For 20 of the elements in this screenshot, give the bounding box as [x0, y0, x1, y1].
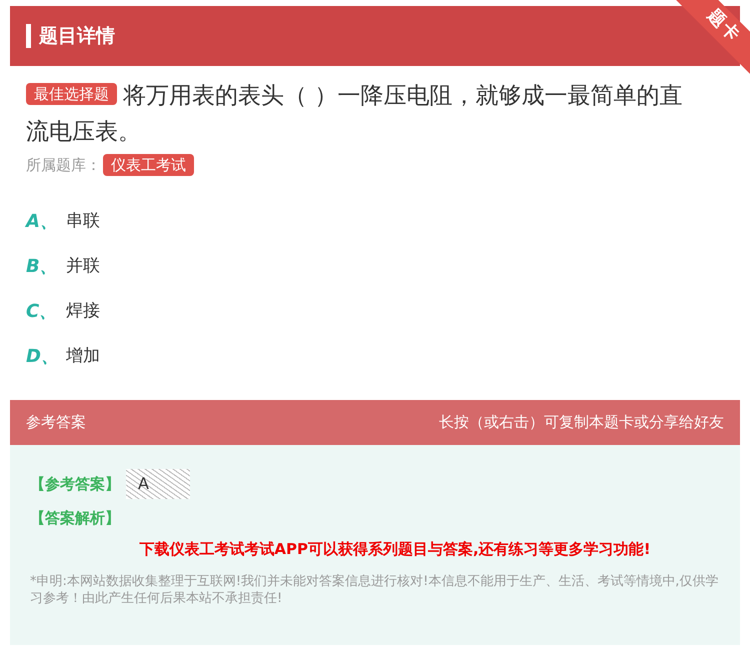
option-text: 串联 — [66, 210, 100, 232]
answer-label: 【参考答案】 — [30, 474, 120, 494]
answer-bar-title: 参考答案 — [26, 413, 86, 432]
header-title: 题目详情 — [39, 24, 115, 49]
option-text: 增加 — [66, 345, 100, 367]
option-text: 并联 — [66, 255, 100, 277]
share-hint: 长按（或右击）可复制本题卡或分享给好友 — [439, 413, 724, 432]
answer-image: A — [126, 469, 190, 499]
bank-label: 所属题库： — [26, 156, 101, 174]
bank-tag[interactable]: 仪表工考试 — [103, 154, 194, 176]
promo-text: 下载仪表工考试考试APP可以获得系列题目与答案,还有练习等更多学习功能! — [138, 540, 652, 559]
analysis-label: 【答案解析】 — [30, 509, 120, 528]
option-text: 焊接 — [66, 300, 100, 322]
option-letter: D、 — [26, 344, 50, 368]
question-type-tag: 最佳选择题 — [26, 82, 117, 105]
disclaimer-text: *申明:本网站数据收集整理于互联网!我们并未能对答案信息进行核对!本信息不能用于生产、生活、考试等情境中,仅供学习参考！由此产生任何后果本站不承担责任! — [30, 573, 720, 607]
title-marker — [26, 24, 31, 48]
option-letter: A、 — [26, 210, 50, 232]
option-letter: C、 — [26, 300, 50, 322]
option-letter: B、 — [26, 254, 50, 278]
